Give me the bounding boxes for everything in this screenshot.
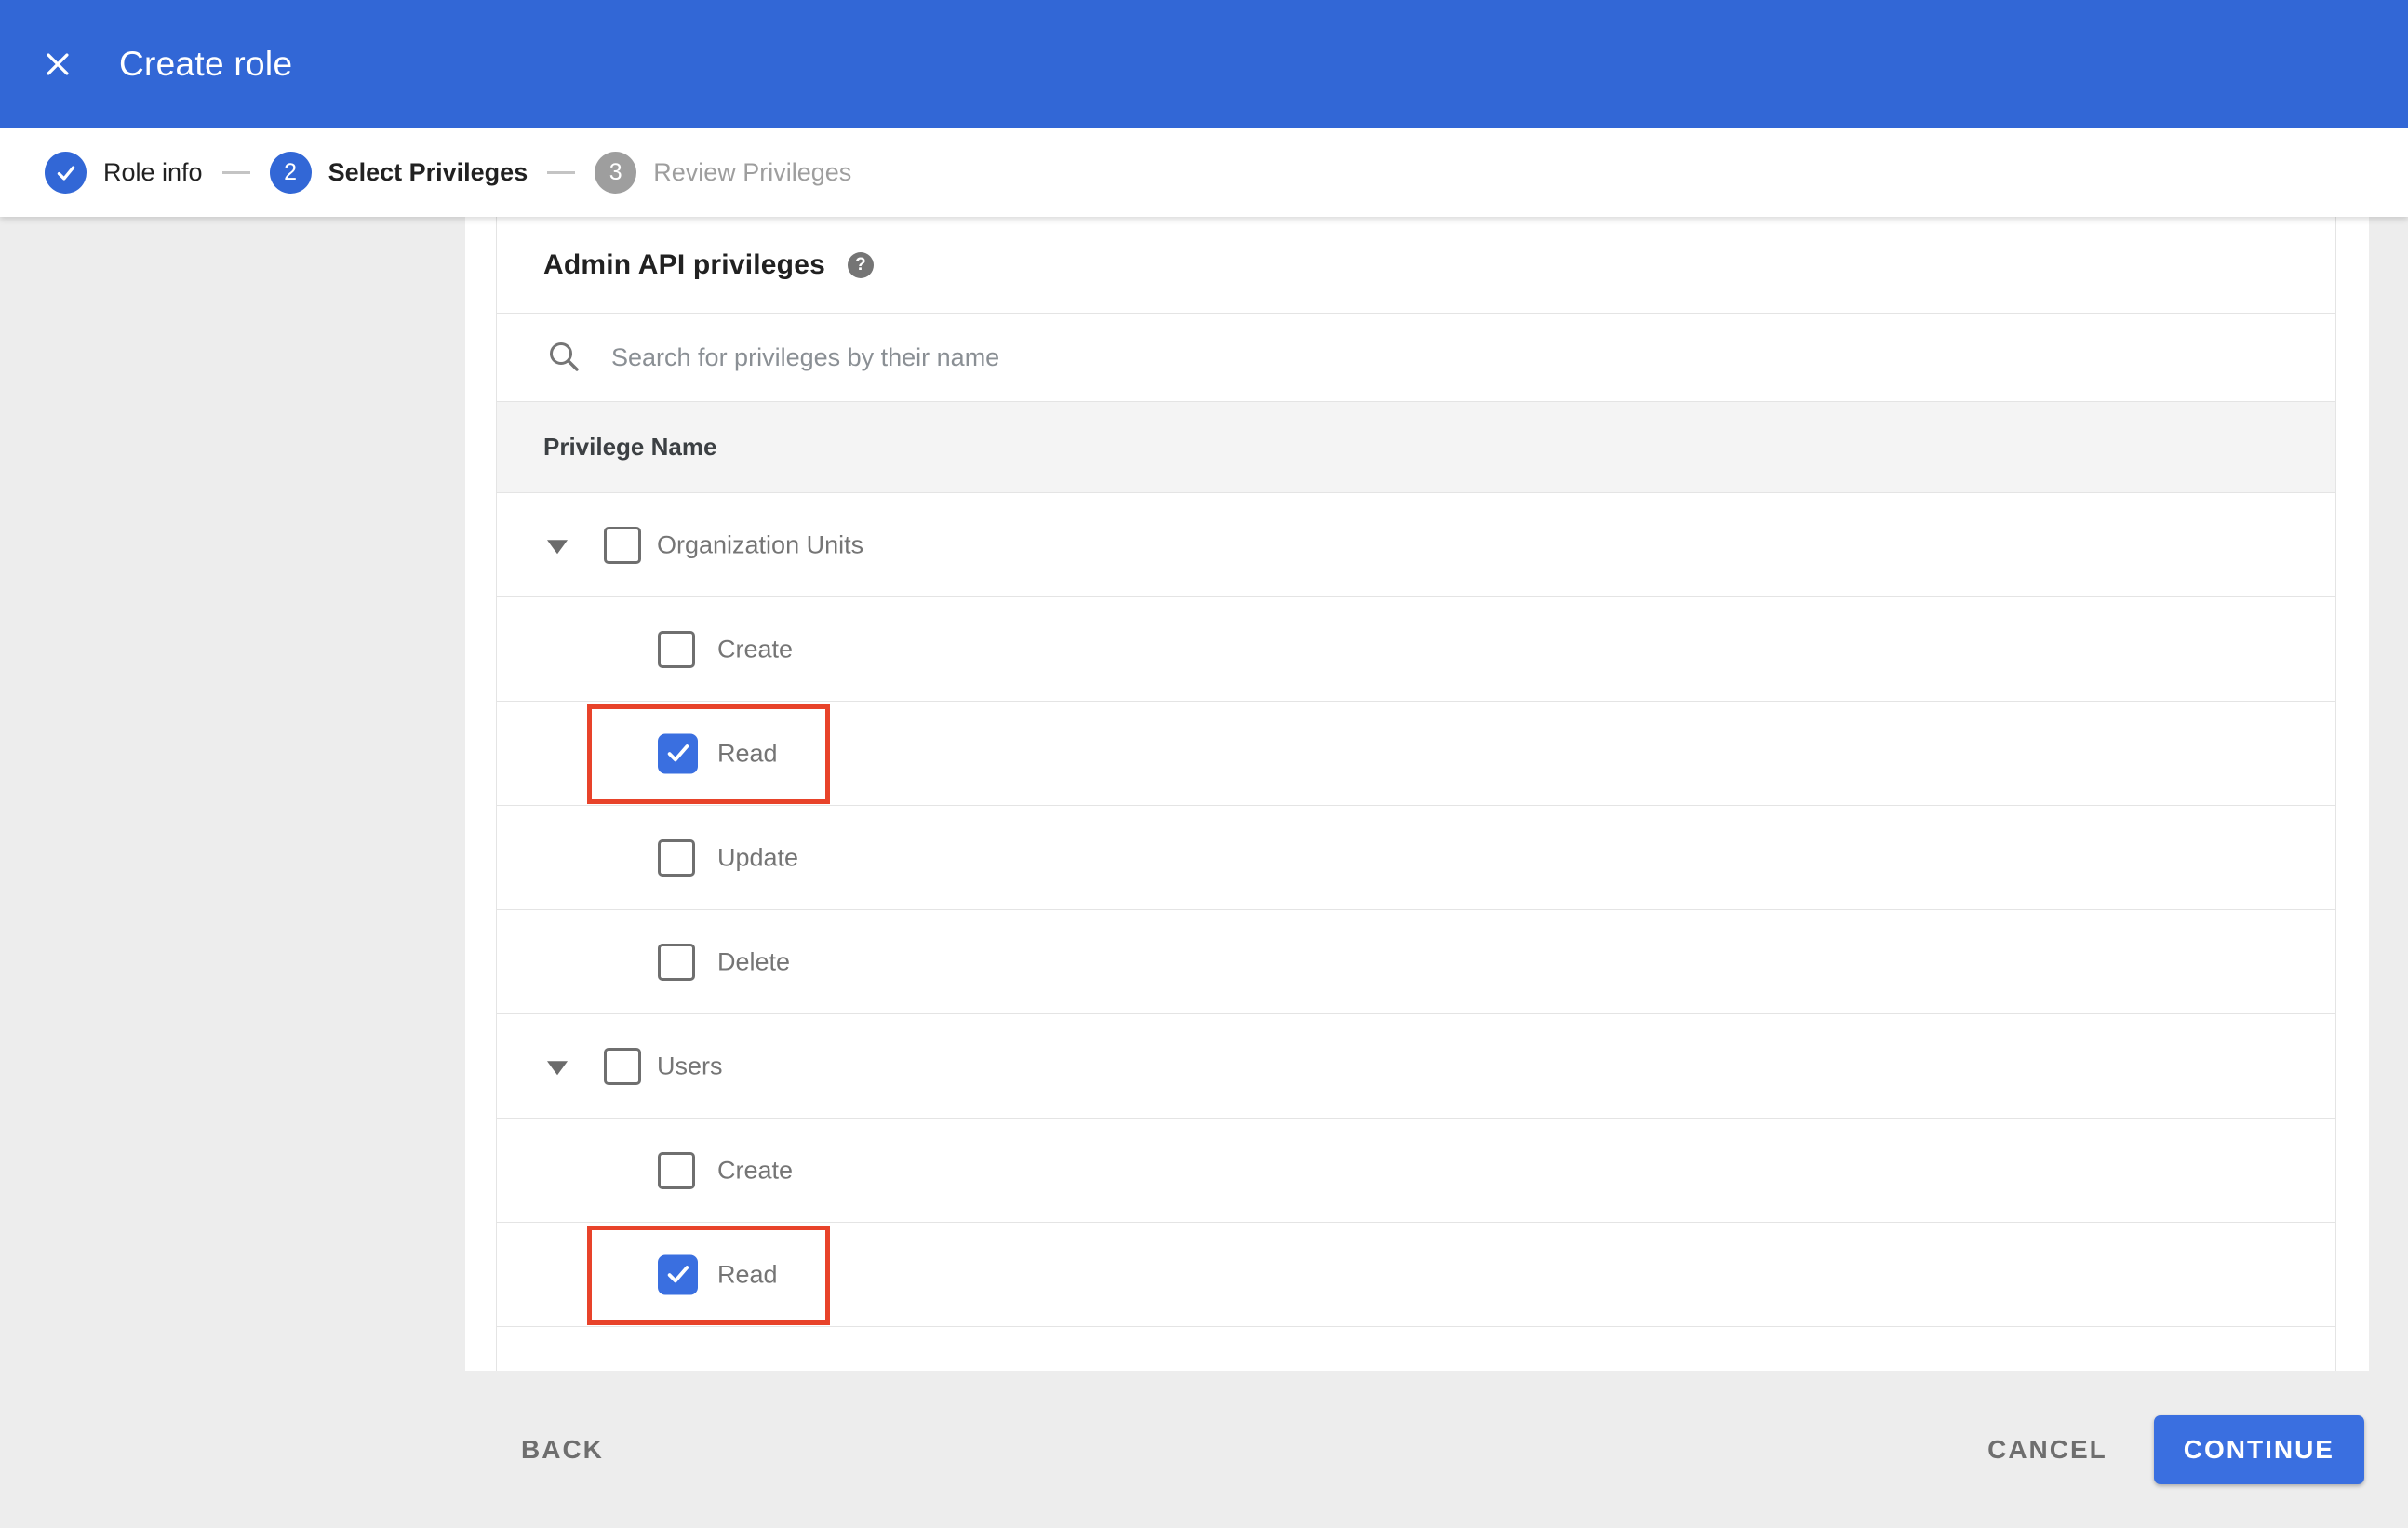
step-select-privileges[interactable]: 2 Select Privileges: [269, 152, 528, 194]
cancel-button[interactable]: CANCEL: [1987, 1435, 2107, 1465]
privilege-row-update[interactable]: Update: [497, 806, 2335, 910]
checkbox-checked[interactable]: [658, 1254, 698, 1294]
checkbox-unchecked[interactable]: [658, 943, 695, 981]
help-icon[interactable]: ?: [847, 251, 874, 278]
privilege-label: Create: [717, 1156, 794, 1184]
step-review-privileges[interactable]: 3 Review Privileges: [595, 152, 851, 194]
section-title: Admin API privileges: [543, 248, 825, 280]
close-icon: [47, 53, 69, 75]
step-number-badge: 2: [269, 152, 312, 194]
step-connector: [547, 171, 576, 174]
collapse-caret-icon[interactable]: [547, 1060, 568, 1075]
table-header: Privilege Name: [497, 401, 2335, 493]
privilege-row-read-users[interactable]: Read: [497, 1223, 2335, 1327]
privileges-card: Admin API privileges ? Privilege Name Or…: [496, 217, 2336, 1371]
privilege-row-delete[interactable]: Delete: [497, 910, 2335, 1014]
checkbox-unchecked[interactable]: [658, 838, 695, 877]
stepper: Role info 2 Select Privileges 3 Review P…: [0, 128, 2408, 217]
privilege-label: Create: [717, 635, 794, 663]
checkbox-unchecked[interactable]: [658, 630, 695, 668]
table-header-label: Privilege Name: [543, 433, 717, 461]
privilege-label: Organization Units: [657, 530, 864, 558]
privilege-row-users[interactable]: Users: [497, 1014, 2335, 1119]
content-sheet: Admin API privileges ? Privilege Name Or…: [465, 217, 2369, 1371]
step-role-info[interactable]: Role info: [45, 152, 203, 194]
checkbox-checked[interactable]: [658, 733, 698, 773]
privilege-row-clipped: [497, 1327, 2335, 1371]
checkbox-unchecked[interactable]: [658, 1151, 695, 1189]
search-row: [497, 313, 2335, 401]
checkbox-unchecked[interactable]: [604, 1047, 641, 1085]
step-number-badge: 3: [595, 152, 637, 194]
search-icon: [550, 342, 579, 371]
section-title-row: Admin API privileges ?: [497, 217, 2335, 313]
step-complete-check-icon: [45, 152, 87, 194]
annotation-highlight-box: [587, 1226, 830, 1325]
back-button[interactable]: BACK: [521, 1435, 604, 1465]
step-label: Select Privileges: [328, 158, 528, 186]
collapse-caret-icon[interactable]: [547, 539, 568, 554]
privilege-row-organization-units[interactable]: Organization Units: [497, 493, 2335, 597]
privilege-label: Delete: [717, 947, 791, 975]
dialog-header: Create role: [0, 0, 2408, 128]
privilege-label: Read: [717, 739, 778, 767]
checkbox-unchecked[interactable]: [604, 526, 641, 564]
continue-button[interactable]: CONTINUE: [2153, 1414, 2364, 1484]
footer-actions: CANCEL CONTINUE: [1987, 1414, 2364, 1484]
checkmark-icon: [667, 744, 689, 762]
privilege-label: Users: [657, 1052, 723, 1079]
search-input[interactable]: [611, 329, 2335, 385]
close-button[interactable]: [30, 36, 86, 92]
privilege-row-create-users[interactable]: Create: [497, 1119, 2335, 1223]
annotation-highlight-box: [587, 704, 830, 804]
footer-bar: BACK CANCEL CONTINUE: [0, 1371, 2408, 1528]
step-label: Review Privileges: [653, 158, 852, 186]
privilege-row-create[interactable]: Create: [497, 597, 2335, 702]
privilege-list: Organization Units Create Read Update De…: [497, 493, 2335, 1371]
checkmark-icon: [667, 1266, 689, 1283]
step-connector: [221, 171, 250, 174]
privilege-label: Update: [717, 843, 799, 871]
privilege-label: Read: [717, 1260, 778, 1288]
privilege-row-read[interactable]: Read: [497, 702, 2335, 806]
step-label: Role info: [103, 158, 203, 186]
dialog-title: Create role: [119, 45, 293, 83]
